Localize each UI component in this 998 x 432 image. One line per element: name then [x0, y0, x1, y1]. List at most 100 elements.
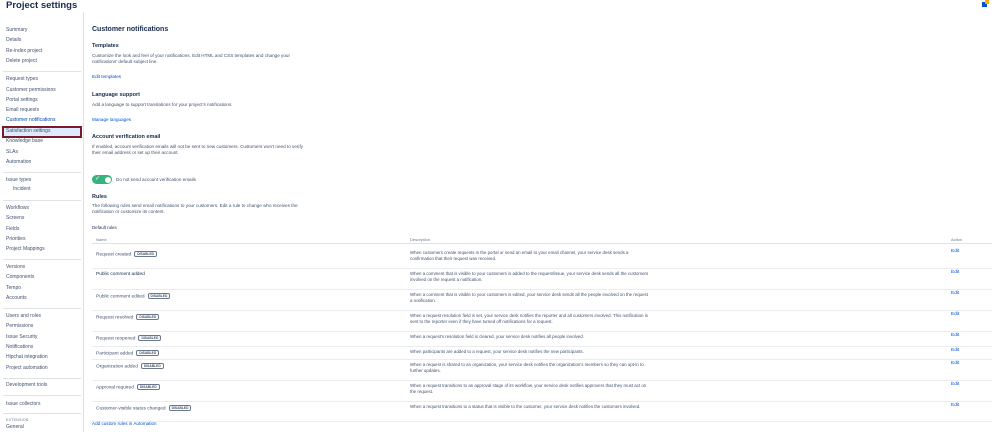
sidebar-item-fields[interactable]: Fields [6, 226, 19, 233]
sidebar-item-email-requests[interactable]: Email requests [6, 107, 39, 114]
rules-table-header: Name Description Action [92, 236, 992, 244]
edit-rule-link[interactable]: Edit [951, 403, 959, 408]
sidebar-item-versions[interactable]: Versions [6, 264, 25, 271]
sidebar-item-reindex[interactable]: Re-index project [6, 48, 42, 55]
rule-name-text: Request created [96, 252, 132, 258]
table-row: Request created DISABLED When customers cr… [92, 248, 992, 269]
sidebar-item-automation[interactable]: Automation [6, 159, 31, 166]
edit-templates-link[interactable]: Edit templates [92, 74, 121, 79]
sidebar-item-issue-collectors[interactable]: Issue collectors [6, 401, 40, 408]
rule-name-text: Approval required [96, 385, 134, 391]
add-custom-rules-link[interactable]: Add custom rules in Automation [92, 421, 157, 426]
rule-description: When a request is shared to an organizat… [410, 362, 644, 373]
rule-name-text: Public comment added [96, 272, 145, 277]
table-row: Participant added DISABLED When participan… [92, 347, 992, 360]
top-bar: Project settings [0, 0, 998, 12]
edit-rule-link[interactable]: Edit [951, 312, 959, 317]
table-row: Organization added DISABLED When a request… [92, 360, 992, 381]
rule-name-text: Request reopened [96, 336, 136, 342]
sidebar-item-customer-notifications[interactable]: Customer notifications [6, 117, 55, 124]
rule-name: Request created DISABLED [96, 251, 158, 258]
disabled-badge: DISABLED [136, 314, 160, 321]
sidebar-item-tempo[interactable]: Tempo [6, 285, 21, 292]
table-row: Public comment edited DISABLED When a comm… [92, 290, 992, 311]
rules-heading: Rules [92, 194, 107, 200]
table-row: Approval required DISABLED When a request … [92, 381, 992, 402]
sidebar-item-project-mappings[interactable]: Project Mappings [6, 246, 45, 253]
column-description: Description [410, 237, 431, 242]
app-switcher-icon[interactable] [981, 0, 990, 8]
sidebar-item-screens[interactable]: Screens [6, 215, 24, 222]
verification-toggle[interactable]: ✓ [92, 175, 112, 184]
disabled-badge: DISABLED [136, 350, 160, 357]
sidebar-divider [3, 378, 81, 379]
sidebar-item-general[interactable]: General [6, 424, 24, 431]
sidebar-item-request-types[interactable]: Request types [6, 76, 38, 83]
edit-rule-link[interactable]: Edit [951, 382, 959, 387]
sidebar-item-issue-security[interactable]: Issue Security [6, 334, 37, 341]
sidebar-item-hipchat[interactable]: Hipchat integration [6, 354, 48, 361]
sidebar-item-development-tools[interactable]: Development tools [6, 382, 47, 389]
sidebar-item-delete[interactable]: Delete project [6, 58, 37, 65]
disabled-badge: DISABLED [136, 384, 160, 391]
sidebar-item-issue-types[interactable]: Issue types [6, 177, 31, 184]
page-title: Project settings [6, 0, 78, 11]
edit-rule-link[interactable]: Edit [951, 249, 959, 254]
rule-name: Organization added DISABLED [96, 363, 164, 369]
sidebar-item-users-roles[interactable]: Users and roles [6, 313, 41, 320]
rule-name-text: Participant added [96, 351, 134, 357]
sidebar-item-workflows[interactable]: Workflows [6, 205, 29, 212]
rules-description: The following rules send email notificat… [92, 203, 298, 214]
rule-description: When customers create requests in the po… [410, 250, 629, 261]
check-icon: ✓ [95, 176, 101, 182]
sidebar-item-customer-permissions[interactable]: Customer permissions [6, 87, 56, 94]
rule-name-text: Customer-visible status changed [96, 406, 166, 412]
sidebar-item-notifications[interactable]: Notifications [6, 344, 33, 351]
manage-languages-link[interactable]: Manage languages [92, 117, 131, 122]
language-heading: Language support [92, 92, 140, 98]
disabled-badge: DISABLED [168, 405, 192, 412]
rule-name: Participant added DISABLED [96, 350, 160, 357]
rule-name: Customer-visible status changed DISABLED [96, 405, 192, 412]
sidebar-item-slas[interactable]: SLAs [6, 149, 18, 156]
rule-name-text: Organization added [96, 364, 138, 370]
rule-description: When a request transitions to a status t… [410, 404, 641, 409]
rule-name: Request reopened DISABLED [96, 335, 162, 342]
verification-toggle-label: Do not send account verification emails [116, 177, 196, 182]
sidebar-item-details[interactable]: Details [6, 37, 21, 44]
rule-name: Request resolved DISABLED [96, 314, 160, 321]
rule-name: Public comment edited DISABLED [96, 293, 171, 299]
templates-heading: Templates [92, 43, 119, 49]
table-row: Request resolved DISABLED When a request r… [92, 311, 992, 332]
rule-description: When a comment that is visible to your c… [410, 292, 648, 303]
sidebar-item-priorities[interactable]: Priorities [6, 236, 25, 243]
sidebar-divider [3, 172, 81, 173]
sidebar-item-incident[interactable]: Incident [13, 186, 31, 193]
edit-rule-link[interactable]: Edit [951, 333, 959, 338]
toggle-knob [104, 176, 111, 183]
verification-heading: Account verification email [92, 134, 161, 140]
sidebar-item-satisfaction[interactable]: Satisfaction settings [6, 128, 50, 135]
sidebar-divider [3, 395, 81, 396]
edit-rule-link[interactable]: Edit [951, 270, 959, 275]
rule-description: When a request transitions to an approva… [410, 383, 647, 394]
edit-rule-link[interactable]: Edit [951, 361, 959, 366]
sidebar: Summary Details Re-index project Delete … [0, 12, 84, 432]
sidebar-item-project-automation[interactable]: Project automation [6, 365, 48, 372]
rule-name-text: Request resolved [96, 315, 134, 321]
rule-description: When a comment that is visible to your c… [410, 271, 649, 282]
sidebar-item-components[interactable]: Components [6, 274, 34, 281]
sidebar-item-summary[interactable]: Summary [6, 27, 27, 34]
sidebar-item-accounts[interactable]: Accounts [6, 295, 27, 302]
edit-rule-link[interactable]: Edit [951, 291, 959, 296]
sidebar-item-permissions[interactable]: Permissions [6, 323, 33, 330]
sidebar-item-knowledge-base[interactable]: Knowledge base [6, 138, 43, 145]
language-description: Add a language to support translations f… [92, 102, 233, 107]
sidebar-item-portal-settings[interactable]: Portal settings [6, 97, 38, 104]
edit-rule-link[interactable]: Edit [951, 348, 959, 353]
rule-name: Public comment added [96, 272, 145, 277]
sidebar-divider [3, 413, 81, 414]
templates-description: Customize the look and feel of your noti… [92, 53, 290, 64]
default-rules-label: Default rules [92, 225, 117, 230]
table-row: Customer-visible status changed DISABLED W… [92, 402, 992, 422]
